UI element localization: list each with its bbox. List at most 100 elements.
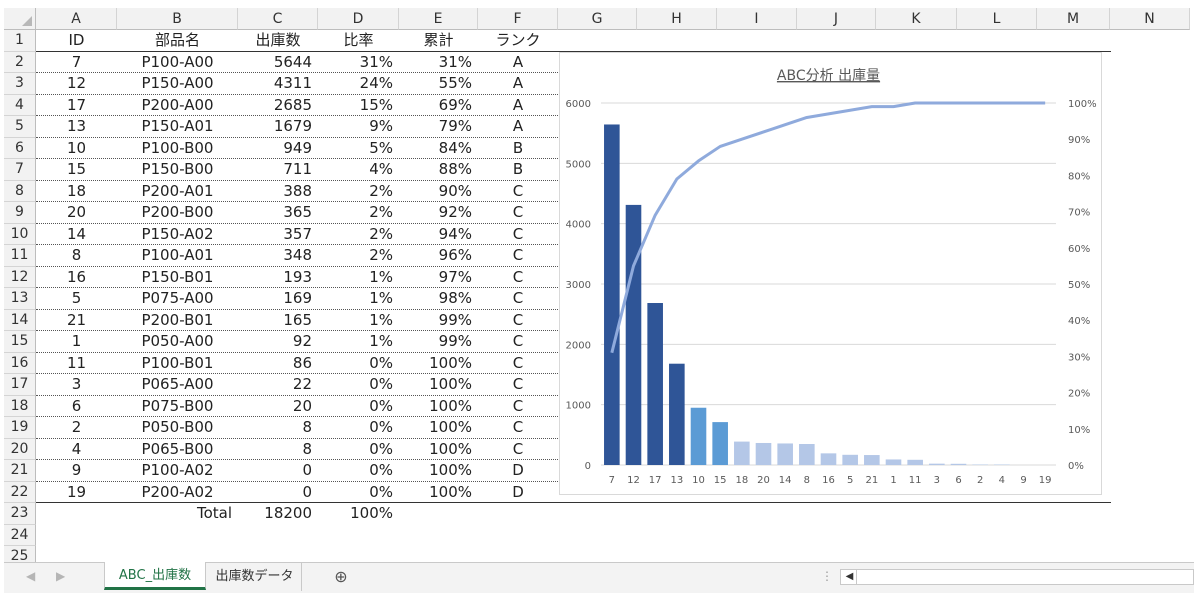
cell-rank[interactable]: C: [478, 417, 558, 439]
header-part-name[interactable]: 部品名: [117, 30, 238, 52]
cell-id[interactable]: 20: [36, 202, 117, 224]
cell-cumulative[interactable]: 69%: [399, 95, 478, 117]
cell-shipments[interactable]: 388: [238, 181, 318, 203]
cell-ratio[interactable]: 9%: [318, 116, 399, 138]
cell-part-name[interactable]: P075-A00: [117, 288, 238, 310]
column-header[interactable]: C: [238, 8, 318, 30]
cell-ratio[interactable]: 2%: [318, 181, 399, 203]
cell-shipments[interactable]: 5644: [238, 52, 318, 74]
cell-part-name[interactable]: P200-A02: [117, 482, 238, 504]
scroll-right-icon[interactable]: ▶: [56, 569, 65, 583]
cell-id[interactable]: 6: [36, 396, 117, 418]
row-header[interactable]: 8: [4, 180, 36, 202]
cell-part-name[interactable]: P150-A02: [117, 224, 238, 246]
cell-id[interactable]: 18: [36, 181, 117, 203]
cell-shipments[interactable]: 8: [238, 417, 318, 439]
scrollbar-left-arrow-icon[interactable]: ◀: [843, 570, 857, 584]
row-header[interactable]: 11: [4, 245, 36, 267]
row-header[interactable]: 24: [4, 524, 36, 546]
column-header[interactable]: L: [957, 8, 1037, 30]
cell-cumulative[interactable]: 98%: [399, 288, 478, 310]
column-header[interactable]: A: [36, 8, 117, 30]
cell-id[interactable]: 16: [36, 267, 117, 289]
cell-shipments[interactable]: 92: [238, 331, 318, 353]
column-header[interactable]: H: [637, 8, 717, 30]
column-header[interactable]: D: [318, 8, 399, 30]
cell-id[interactable]: 8: [36, 245, 117, 267]
cell-shipments[interactable]: 22: [238, 374, 318, 396]
total-ratio[interactable]: 100%: [318, 503, 399, 525]
cell-part-name[interactable]: P200-B00: [117, 202, 238, 224]
cell-id[interactable]: 4: [36, 439, 117, 461]
column-header[interactable]: J: [797, 8, 876, 30]
cell-shipments[interactable]: 357: [238, 224, 318, 246]
cell-id[interactable]: 21: [36, 310, 117, 332]
row-header[interactable]: 16: [4, 352, 36, 374]
cell-part-name[interactable]: P150-B01: [117, 267, 238, 289]
row-header[interactable]: 5: [4, 116, 36, 138]
column-header[interactable]: N: [1110, 8, 1190, 30]
cell-shipments[interactable]: 20: [238, 396, 318, 418]
cell-rank[interactable]: C: [478, 396, 558, 418]
header-cumulative[interactable]: 累計: [399, 30, 478, 52]
cell-cumulative[interactable]: 96%: [399, 245, 478, 267]
cell-cumulative[interactable]: 100%: [399, 482, 478, 504]
cell-part-name[interactable]: P050-A00: [117, 331, 238, 353]
abc-chart[interactable]: ABC分析 出庫量 0 1000 2000 3000 4000 5000 6000 0% 10% 2…: [559, 52, 1102, 495]
row-header[interactable]: 20: [4, 438, 36, 460]
cell-rank[interactable]: C: [478, 245, 558, 267]
cell-rank[interactable]: B: [478, 159, 558, 181]
cell-rank[interactable]: B: [478, 138, 558, 160]
cell-id[interactable]: 17: [36, 95, 117, 117]
cell-shipments[interactable]: 2685: [238, 95, 318, 117]
cell-id[interactable]: 3: [36, 374, 117, 396]
cell-cumulative[interactable]: 100%: [399, 417, 478, 439]
cell-shipments[interactable]: 4311: [238, 73, 318, 95]
column-header[interactable]: M: [1037, 8, 1110, 30]
cell-id[interactable]: 2: [36, 417, 117, 439]
cell-shipments[interactable]: 348: [238, 245, 318, 267]
column-header[interactable]: I: [717, 8, 797, 30]
cell-shipments[interactable]: 949: [238, 138, 318, 160]
cell-rank[interactable]: A: [478, 95, 558, 117]
cell-part-name[interactable]: P075-B00: [117, 396, 238, 418]
select-all-corner[interactable]: [4, 8, 36, 30]
row-header[interactable]: 15: [4, 331, 36, 353]
cell-id[interactable]: 5: [36, 288, 117, 310]
row-header[interactable]: 13: [4, 288, 36, 310]
cell-id[interactable]: 19: [36, 482, 117, 504]
row-header[interactable]: 9: [4, 202, 36, 224]
cell-shipments[interactable]: 365: [238, 202, 318, 224]
column-header[interactable]: F: [478, 8, 558, 30]
cell-shipments[interactable]: 1679: [238, 116, 318, 138]
cell-cumulative[interactable]: 90%: [399, 181, 478, 203]
cell-rank[interactable]: C: [478, 288, 558, 310]
row-header[interactable]: 14: [4, 309, 36, 331]
cell-ratio[interactable]: 0%: [318, 353, 399, 375]
header-ratio[interactable]: 比率: [318, 30, 399, 52]
cell-part-name[interactable]: P200-A00: [117, 95, 238, 117]
cell-part-name[interactable]: P065-A00: [117, 374, 238, 396]
cell-cumulative[interactable]: 99%: [399, 331, 478, 353]
cell-rank[interactable]: A: [478, 52, 558, 74]
cell-id[interactable]: 12: [36, 73, 117, 95]
cell-cumulative[interactable]: 92%: [399, 202, 478, 224]
horizontal-scrollbar[interactable]: ◀: [840, 569, 1194, 585]
cell-shipments[interactable]: 711: [238, 159, 318, 181]
cell-rank[interactable]: A: [478, 116, 558, 138]
cell-rank[interactable]: C: [478, 374, 558, 396]
row-header[interactable]: 21: [4, 460, 36, 482]
cell-cumulative[interactable]: 94%: [399, 224, 478, 246]
cell-id[interactable]: 1: [36, 331, 117, 353]
row-header[interactable]: 23: [4, 503, 36, 525]
cell-cumulative[interactable]: 55%: [399, 73, 478, 95]
cell-part-name[interactable]: P100-A01: [117, 245, 238, 267]
tab-data[interactable]: 出庫数データ: [208, 563, 302, 591]
cell-cumulative[interactable]: 99%: [399, 310, 478, 332]
cell-cumulative[interactable]: 100%: [399, 439, 478, 461]
row-header[interactable]: 18: [4, 395, 36, 417]
cell-part-name[interactable]: P150-A01: [117, 116, 238, 138]
row-header[interactable]: 17: [4, 374, 36, 396]
cell-part-name[interactable]: P150-B00: [117, 159, 238, 181]
cell-cumulative[interactable]: 100%: [399, 353, 478, 375]
